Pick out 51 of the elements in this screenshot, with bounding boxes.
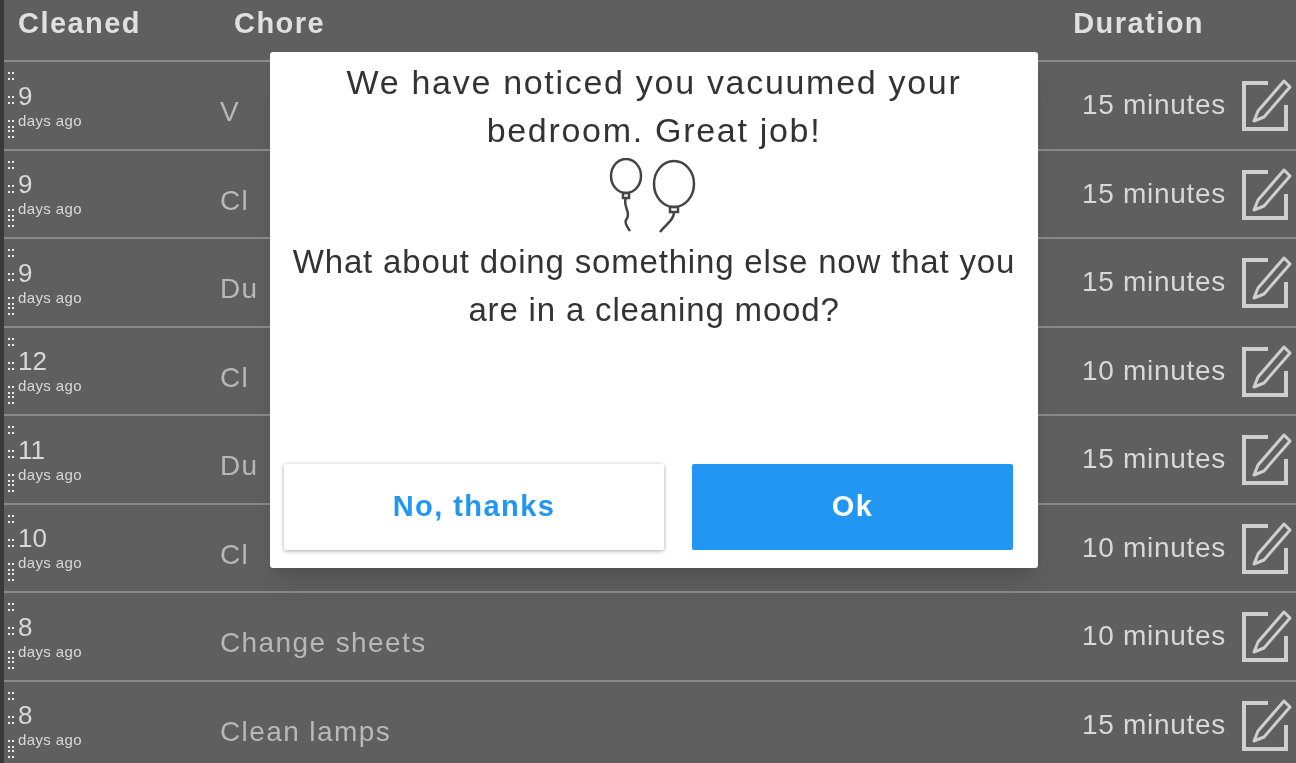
dialog-button[interactable]: Ok xyxy=(692,464,1013,550)
days-count: 8 xyxy=(18,702,34,729)
drag-handle-icon[interactable] xyxy=(8,601,14,672)
column-header: Duration xyxy=(1073,6,1204,42)
drag-handle-icon[interactable] xyxy=(8,689,14,760)
days-ago-label: days ago xyxy=(18,466,83,482)
column-header: Cleaned xyxy=(18,6,142,42)
drag-handle-icon[interactable] xyxy=(8,335,14,406)
drag-handle-icon[interactable] xyxy=(8,424,14,495)
chore-name: Cl xyxy=(220,184,250,216)
days-count: 9 xyxy=(18,259,34,286)
dialog-button[interactable]: No, thanks xyxy=(284,464,664,550)
duration-text: 15 minutes xyxy=(1082,265,1226,300)
chore-name: Clean lamps xyxy=(220,715,392,747)
drag-handle-icon[interactable] xyxy=(8,70,14,141)
duration-text: 15 minutes xyxy=(1082,707,1226,742)
chore-name: Cl xyxy=(220,538,250,570)
days-count: 12 xyxy=(18,348,48,375)
drag-handle-icon[interactable] xyxy=(8,512,14,583)
chore-name: Du xyxy=(220,450,259,482)
days-ago-label: days ago xyxy=(18,732,83,748)
days-ago-label: days ago xyxy=(18,289,83,305)
days-ago-label: days ago xyxy=(18,643,83,659)
dialog-message: We have noticed you vacuumed your bedroom. Great job! xyxy=(345,62,963,151)
duration-text: 10 minutes xyxy=(1082,353,1226,388)
duration-text: 15 minutes xyxy=(1082,88,1226,123)
days-count: 9 xyxy=(18,82,34,109)
duration-text: 15 minutes xyxy=(1082,442,1226,477)
edit-icon[interactable] xyxy=(1240,254,1292,311)
days-count: 9 xyxy=(18,171,34,198)
days-count: 11 xyxy=(18,436,46,463)
days-ago-label: days ago xyxy=(18,201,83,217)
duration-text: 10 minutes xyxy=(1082,530,1226,565)
column-header: Chore xyxy=(234,6,327,42)
chore-name: Du xyxy=(220,273,259,305)
duration-text: 10 minutes xyxy=(1082,619,1226,654)
edit-icon[interactable] xyxy=(1240,608,1292,665)
days-ago-label: days ago xyxy=(18,555,83,571)
chore-name: Change sheets xyxy=(220,627,427,659)
drag-handle-icon[interactable] xyxy=(8,158,14,229)
chore-name: Cl xyxy=(220,361,250,393)
edit-icon[interactable] xyxy=(1240,77,1292,134)
drag-handle-icon[interactable] xyxy=(8,247,14,318)
days-ago-label: days ago xyxy=(18,378,83,394)
days-count: 8 xyxy=(18,613,34,640)
days-count: 10 xyxy=(18,525,48,552)
chore-name: V xyxy=(220,96,241,128)
edit-icon[interactable] xyxy=(1240,431,1292,488)
duration-text: 15 minutes xyxy=(1082,176,1226,211)
dialog-question: What about doing something else now that you are in a cleaning mood? xyxy=(291,242,1017,330)
days-ago-label: days ago xyxy=(18,112,83,128)
